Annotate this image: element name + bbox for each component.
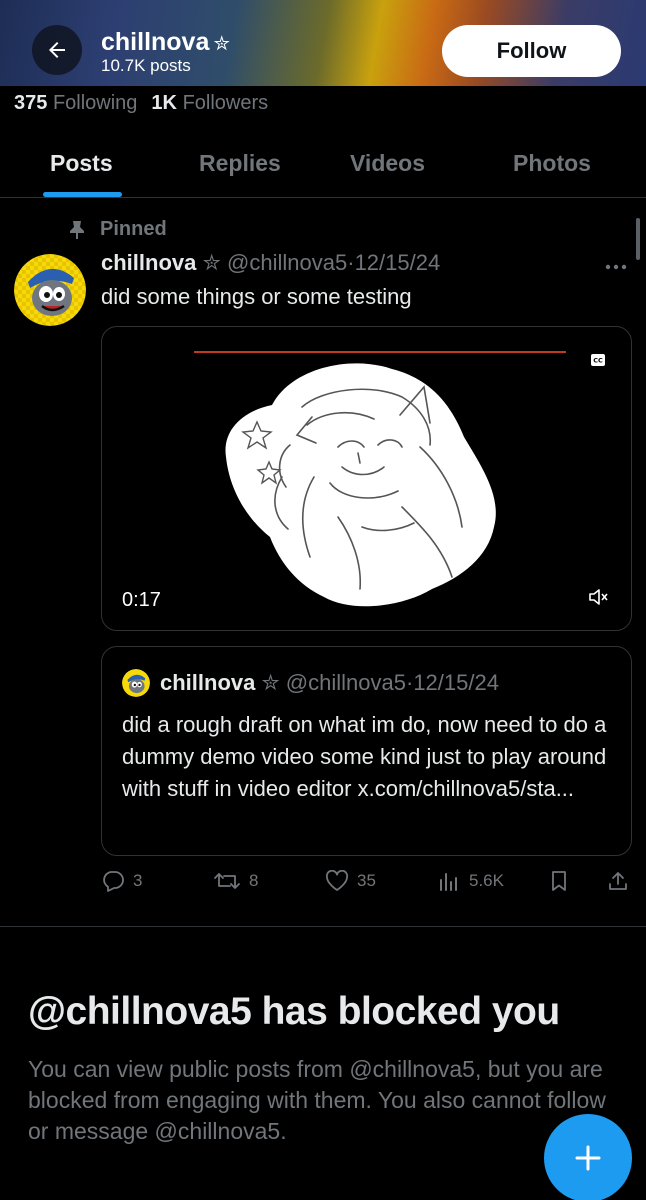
share-button[interactable] xyxy=(607,870,637,892)
section-divider xyxy=(0,926,646,927)
followers-link[interactable]: 1K Followers xyxy=(151,92,268,114)
tab-replies[interactable]: Replies xyxy=(199,150,281,177)
like-button[interactable]: 35 xyxy=(325,870,376,892)
avatar-image xyxy=(14,254,86,326)
follow-stats: 375 Following 1K Followers xyxy=(14,92,268,115)
avatar[interactable] xyxy=(14,254,86,326)
star-badge-icon: ✮ xyxy=(202,250,221,275)
svg-text:CC: CC xyxy=(593,357,603,365)
post-author-name[interactable]: chillnova xyxy=(101,250,196,275)
quoted-post-header: chillnova ✮ @chillnova5·12/15/24 xyxy=(122,669,499,697)
post-date[interactable]: 12/15/24 xyxy=(355,250,441,275)
post-actions: 3 8 35 5.6K xyxy=(101,866,632,902)
blocked-description: You can view public posts from @chillnov… xyxy=(28,1056,606,1144)
view-count: 5.6K xyxy=(469,871,504,890)
following-count: 375 xyxy=(14,92,48,114)
reply-icon xyxy=(103,871,124,892)
compose-post-button[interactable] xyxy=(544,1114,632,1200)
bookmark-icon xyxy=(552,871,566,891)
back-button[interactable] xyxy=(32,25,82,75)
pinned-text: Pinned xyxy=(100,218,167,240)
pin-icon xyxy=(70,220,84,239)
quoted-post-text: did a rough draft on what im do, now nee… xyxy=(122,712,607,801)
unmute-button[interactable] xyxy=(588,587,610,612)
pinned-label: Pinned xyxy=(68,218,167,241)
captions-button[interactable]: CC xyxy=(591,353,605,371)
posts-count: 10.7K posts xyxy=(101,56,191,75)
active-tab-indicator xyxy=(43,192,122,197)
star-badge-icon: ✮ xyxy=(213,33,231,55)
blocked-title: @chillnova5 has blocked you xyxy=(28,990,560,1033)
quoted-author-name: chillnova xyxy=(160,670,256,695)
bookmark-button[interactable] xyxy=(549,870,577,892)
plus-icon xyxy=(575,1145,601,1171)
like-count: 35 xyxy=(357,871,376,890)
following-link[interactable]: 375 Following xyxy=(14,92,137,114)
following-label: Following xyxy=(52,92,138,114)
arrow-left-icon xyxy=(49,42,65,58)
reply-count: 3 xyxy=(133,871,143,890)
more-options-button[interactable] xyxy=(604,258,628,276)
followers-label: Followers xyxy=(182,92,269,114)
video-frame xyxy=(194,351,566,607)
repost-count: 8 xyxy=(249,871,259,890)
tab-photos[interactable]: Photos xyxy=(513,150,591,177)
post-text: did some things or some testing xyxy=(101,284,412,309)
quoted-avatar-image xyxy=(122,669,150,697)
quoted-date: 12/15/24 xyxy=(413,670,499,695)
profile-header-banner: chillnova ✮ 10.7K posts Follow xyxy=(0,0,646,86)
cc-icon: CC xyxy=(591,354,605,366)
tab-posts[interactable]: Posts xyxy=(50,150,113,177)
video-player[interactable]: CC 0:17 xyxy=(101,326,632,631)
profile-name: chillnova ✮ xyxy=(101,28,230,57)
follow-button[interactable]: Follow xyxy=(442,25,621,77)
quoted-avatar xyxy=(122,669,150,697)
post-author-handle[interactable]: @chillnova5 xyxy=(227,250,347,275)
more-dots-icon xyxy=(605,264,627,270)
share-icon xyxy=(609,872,627,890)
profile-tabs: Posts Replies Videos Photos xyxy=(0,128,646,198)
views-chart-icon xyxy=(440,873,457,891)
quoted-post[interactable]: chillnova ✮ @chillnova5·12/15/24 did a r… xyxy=(101,646,632,856)
repost-button[interactable]: 8 xyxy=(213,870,258,892)
post-header: chillnova ✮ @chillnova5·12/15/24 xyxy=(101,250,440,276)
heart-icon xyxy=(325,870,349,891)
profile-name-text: chillnova xyxy=(101,28,210,56)
quoted-author-handle: @chillnova5·12/15/24 xyxy=(286,670,499,696)
views-button[interactable]: 5.6K xyxy=(437,870,504,892)
dot-separator: · xyxy=(347,250,355,275)
video-duration: 0:17 xyxy=(122,589,161,611)
tab-videos[interactable]: Videos xyxy=(350,150,425,177)
scrollbar[interactable] xyxy=(636,218,640,260)
quoted-handle-text: @chillnova5 xyxy=(285,670,406,695)
repost-icon xyxy=(214,873,240,889)
star-badge-icon: ✮ xyxy=(261,670,280,695)
reply-button[interactable]: 3 xyxy=(101,870,142,892)
muted-speaker-icon xyxy=(589,589,608,605)
followers-count: 1K xyxy=(151,92,177,114)
